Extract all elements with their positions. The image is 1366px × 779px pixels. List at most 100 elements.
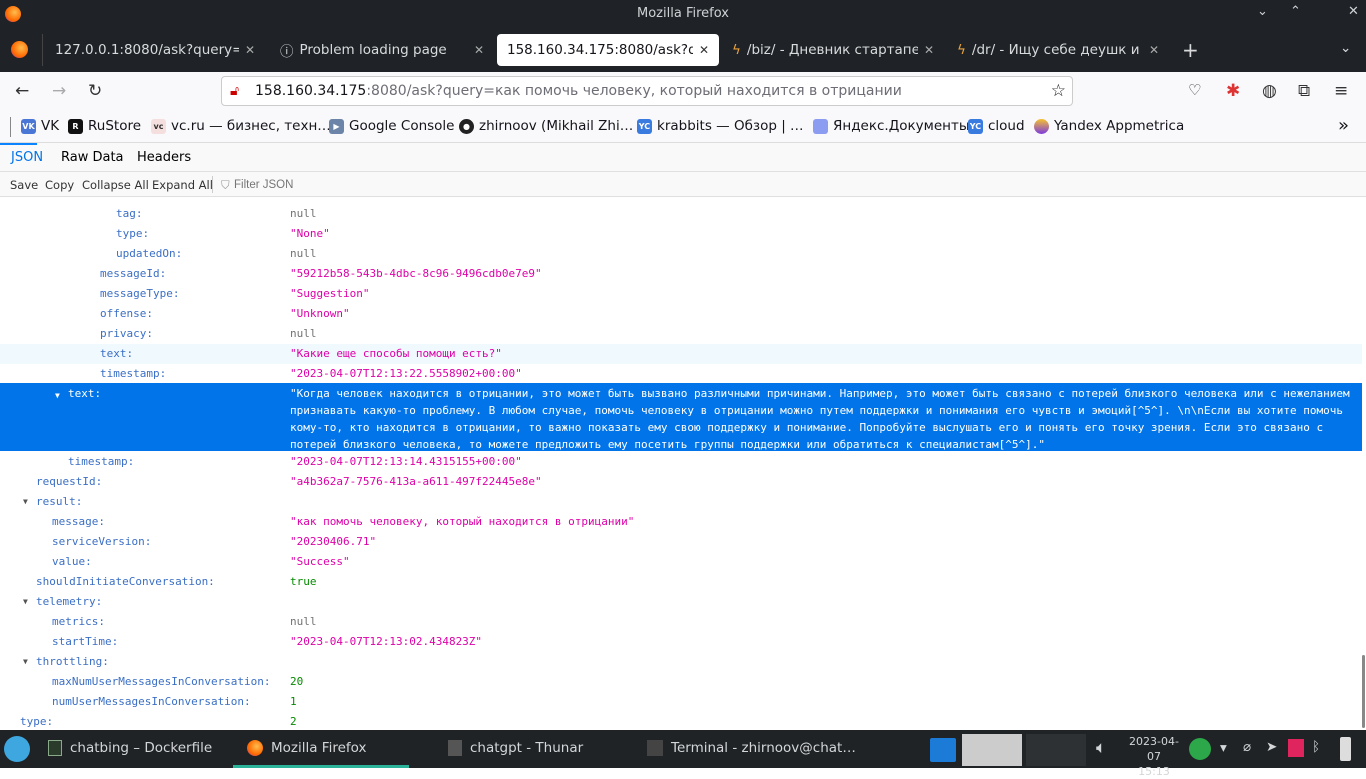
tab-localhost[interactable]: 127.0.0.1:8080/ask?query=Har ✕ xyxy=(45,34,265,66)
workspace-firefox-icon[interactable] xyxy=(962,734,1022,766)
json-row[interactable]: privacy: null xyxy=(0,324,1362,344)
bookmark-rustore[interactable]: R RuStore xyxy=(68,118,141,134)
url-host: 158.160.34.175 xyxy=(255,83,367,99)
json-row[interactable]: messageType: "Suggestion" xyxy=(0,284,1362,304)
json-key: updatedOn: xyxy=(116,247,183,260)
bookmark-star-icon[interactable]: ☆ xyxy=(1051,77,1066,105)
close-tab-icon[interactable]: ✕ xyxy=(245,43,255,57)
extension-icon[interactable]: ✱ xyxy=(1226,81,1240,101)
pocket-icon[interactable]: ♡ xyxy=(1188,81,1201,99)
tab-headers[interactable]: Headers xyxy=(137,150,191,165)
tab-dr[interactable]: ϟ/dr/ - Ищу себе деушк и пр ✕ xyxy=(947,34,1169,66)
json-row[interactable]: message: "как помочь человеку, который на… xyxy=(0,512,1362,532)
json-row[interactable]: shouldInitiateConversation: true xyxy=(0,572,1362,592)
json-row[interactable]: serviceVersion: "20230406.71" xyxy=(0,532,1362,552)
expand-toggle-icon[interactable]: ▼ xyxy=(55,387,60,404)
taskbar-item-terminal[interactable]: Terminal - zhirnoov@chat… xyxy=(647,740,856,756)
taskbar-item-firefox[interactable]: Mozilla Firefox xyxy=(247,740,367,756)
json-row-selected[interactable]: ▼ text: "Когда человек находится в отриц… xyxy=(0,383,1362,451)
json-row[interactable]: type: 2 xyxy=(0,712,1362,730)
taskbar-item-thunar[interactable]: chatgpt - Thunar xyxy=(448,740,583,756)
forward-button[interactable]: → xyxy=(52,81,66,101)
json-row[interactable]: requestId: "a4b362a7-7576-413a-a611-497f2… xyxy=(0,472,1362,492)
url-bar[interactable]: 🔓︎ 158.160.34.175:8080/ask?query=как пом… xyxy=(221,76,1073,106)
app-menu-icon[interactable] xyxy=(4,736,30,762)
json-row[interactable]: ▼ telemetry: xyxy=(0,592,1362,612)
bluetooth-icon[interactable]: ᛒ xyxy=(1312,739,1320,755)
taskbar-item-pycharm[interactable]: chatbing – Dockerfile xyxy=(48,740,212,756)
close-tab-icon[interactable]: ✕ xyxy=(474,43,484,57)
close-window-button[interactable]: ✕ xyxy=(1348,4,1359,19)
clock[interactable]: 2023-04-07 15:13 xyxy=(1124,734,1184,779)
json-row[interactable]: ▼ throttling: xyxy=(0,652,1362,672)
bookmark-vk[interactable]: VK VK xyxy=(21,118,59,134)
menu-icon[interactable]: ≡ xyxy=(1334,81,1348,101)
json-row[interactable]: startTime: "2023-04-07T12:13:02.434823Z" xyxy=(0,632,1362,652)
new-tab-button[interactable]: + xyxy=(1182,38,1199,62)
json-row[interactable]: timestamp: "2023-04-07T12:13:22.5558902+0… xyxy=(0,364,1362,384)
collapse-all-button[interactable]: Collapse All xyxy=(82,178,149,192)
bookmark-github[interactable]: ● zhirnoov (Mikhail Zhi… xyxy=(459,118,633,134)
tab-label: /dr/ - Ищу себе деушк и пр xyxy=(971,42,1143,58)
expand-toggle-icon[interactable]: ▼ xyxy=(23,492,28,512)
save-button[interactable]: Save xyxy=(10,178,38,192)
app-tray-icon[interactable] xyxy=(1288,739,1304,757)
close-tab-icon[interactable]: ✕ xyxy=(699,43,709,57)
json-value: 1 xyxy=(290,695,297,708)
bookmark-label: RuStore xyxy=(88,118,142,134)
workspace-icon[interactable] xyxy=(930,738,956,762)
more-bookmarks-icon[interactable]: » xyxy=(1338,115,1349,136)
expand-toggle-icon[interactable]: ▼ xyxy=(23,652,28,672)
minimize-button[interactable]: ⌄ xyxy=(1257,4,1268,19)
tab-problem-loading[interactable]: ⓘ Problem loading page ✕ xyxy=(270,34,494,66)
update-icon[interactable] xyxy=(1189,738,1211,760)
tab-raw-data[interactable]: Raw Data xyxy=(61,150,124,165)
reload-button[interactable]: ↻ xyxy=(88,81,102,101)
json-row[interactable]: tag: null xyxy=(0,204,1362,224)
battery-icon[interactable] xyxy=(1340,737,1351,761)
json-row[interactable]: messageId: "59212b58-543b-4dbc-8c96-9496c… xyxy=(0,264,1362,284)
telegram-icon[interactable]: ➤ xyxy=(1266,739,1277,755)
json-key: throttling: xyxy=(36,655,109,668)
paperclip-icon[interactable]: ⌀ xyxy=(1243,739,1251,755)
json-key: startTime: xyxy=(52,635,119,648)
firefox-view-icon[interactable] xyxy=(11,41,28,58)
json-row[interactable]: timestamp: "2023-04-07T12:13:14.4315155+0… xyxy=(0,452,1362,472)
back-button[interactable]: ← xyxy=(15,81,29,101)
expand-all-button[interactable]: Expand All xyxy=(152,178,213,192)
extensions-puzzle-icon[interactable]: ⧉ xyxy=(1298,81,1310,101)
json-row[interactable]: offense: "Unknown" xyxy=(0,304,1362,324)
bookmark-cloud[interactable]: YC cloud xyxy=(968,118,1025,134)
close-tab-icon[interactable]: ✕ xyxy=(1149,43,1159,57)
json-row[interactable]: updatedOn: null xyxy=(0,244,1362,264)
bookmark-krabbits[interactable]: YC krabbits — Обзор | … xyxy=(637,118,804,134)
json-value: "2023-04-07T12:13:14.4315155+00:00" xyxy=(290,455,522,468)
wifi-icon[interactable]: ▾ xyxy=(1220,740,1227,756)
list-tabs-button[interactable]: ⌄ xyxy=(1340,40,1351,56)
globe-icon[interactable]: ◍ xyxy=(1262,81,1277,101)
json-row[interactable]: numUserMessagesInConversation: 1 xyxy=(0,692,1362,712)
expand-toggle-icon[interactable]: ▼ xyxy=(23,592,28,612)
tab-biz[interactable]: ϟ/biz/ - Дневник стартапер ✕ xyxy=(722,34,944,66)
bookmark-appmetrica[interactable]: Yandex Appmetrica xyxy=(1034,118,1184,134)
copy-button[interactable]: Copy xyxy=(45,178,74,192)
window-title: Mozilla Firefox xyxy=(637,6,729,21)
close-tab-icon[interactable]: ✕ xyxy=(924,43,934,57)
json-row[interactable]: maxNumUserMessagesInConversation: 20 xyxy=(0,672,1362,692)
tab-active-ask[interactable]: 158.160.34.175:8080/ask?quer ✕ xyxy=(497,34,719,66)
filter-json-input[interactable] xyxy=(234,175,534,194)
json-row[interactable]: type: "None" xyxy=(0,224,1362,244)
json-row[interactable]: ▼ result: xyxy=(0,492,1362,512)
volume-icon[interactable]: 🔈︎ xyxy=(1096,738,1106,758)
maximize-button[interactable]: ⌃ xyxy=(1290,4,1301,19)
firefox-icon xyxy=(247,740,263,756)
bookmark-google-console[interactable]: ▶ Google Console xyxy=(329,118,455,134)
bookmark-yandex-docs[interactable]: Яндекс.Документы xyxy=(813,118,970,134)
workspace-empty[interactable] xyxy=(1026,734,1086,766)
json-row-hovered[interactable]: text: "Какие еще способы помощи есть?" xyxy=(0,344,1362,364)
tab-json[interactable]: JSON xyxy=(11,150,43,165)
json-row[interactable]: metrics: null xyxy=(0,612,1362,632)
json-row[interactable]: value: "Success" xyxy=(0,552,1362,572)
bookmark-vcru[interactable]: vc vc.ru — бизнес, техн… xyxy=(151,118,331,134)
scrollbar[interactable] xyxy=(1362,655,1365,728)
